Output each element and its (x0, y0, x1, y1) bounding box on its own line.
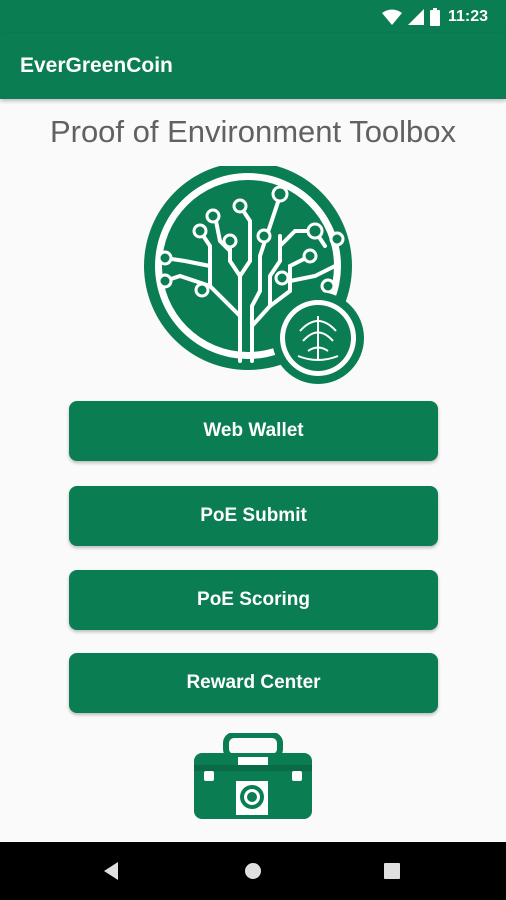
status-icons (381, 7, 440, 26)
recents-icon (384, 863, 400, 879)
evergreen-tree-logo (144, 166, 364, 384)
navigation-bar (0, 842, 506, 900)
home-icon (245, 863, 261, 879)
reward-center-button[interactable]: Reward Center (69, 653, 438, 713)
status-bar: 11:23 (0, 0, 506, 33)
back-icon (104, 862, 118, 880)
signal-icon (407, 8, 424, 25)
app-title: EverGreenCoin (20, 54, 173, 77)
poe-submit-button[interactable]: PoE Submit (69, 486, 438, 546)
page-title: Proof of Environment Toolbox (49, 114, 457, 149)
back-button[interactable] (82, 842, 142, 900)
toolbox-icon[interactable] (192, 733, 314, 821)
battery-icon (429, 7, 440, 26)
recents-button[interactable] (362, 842, 422, 900)
web-wallet-button[interactable]: Web Wallet (69, 401, 438, 461)
poe-scoring-button[interactable]: PoE Scoring (69, 570, 438, 630)
home-button[interactable] (223, 842, 283, 900)
app-bar: EverGreenCoin (0, 33, 506, 99)
wifi-icon (381, 9, 402, 25)
status-time: 11:23 (447, 7, 488, 25)
